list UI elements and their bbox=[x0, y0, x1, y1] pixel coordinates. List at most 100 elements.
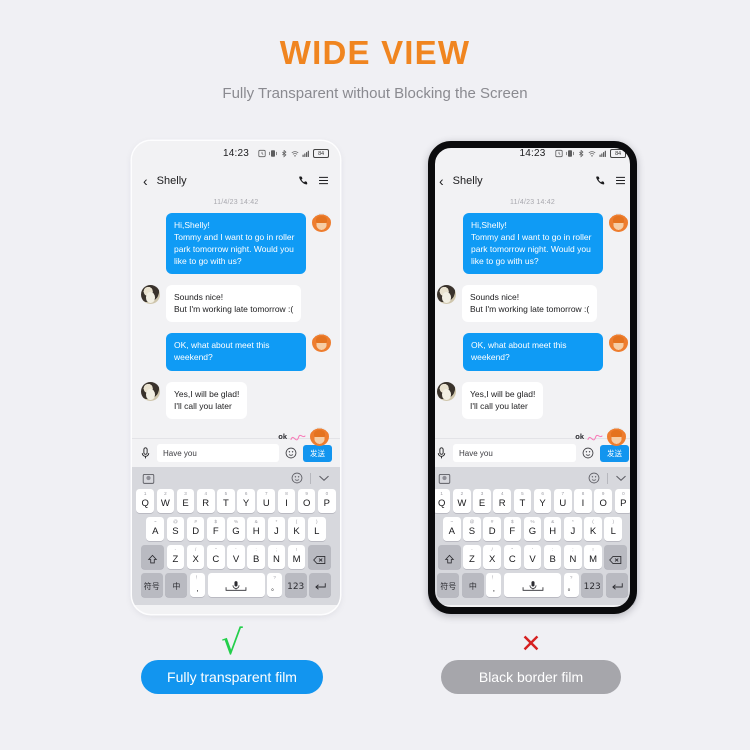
key-sup: ) bbox=[612, 519, 615, 524]
key-k[interactable]: (K bbox=[584, 517, 602, 541]
key-q[interactable]: 1Q bbox=[432, 489, 451, 513]
key-t[interactable]: 5T bbox=[217, 489, 235, 513]
comma-key[interactable]: ！ , bbox=[189, 573, 205, 597]
key-w[interactable]: 2W bbox=[156, 489, 175, 513]
key-z[interactable]: -Z bbox=[166, 545, 185, 569]
key-d[interactable]: # D bbox=[483, 517, 501, 541]
key-l[interactable]: ) L bbox=[604, 517, 623, 541]
emoji-icon[interactable] bbox=[588, 472, 600, 484]
key-k[interactable]: (K bbox=[287, 517, 306, 541]
key-c[interactable]: " C bbox=[503, 545, 522, 569]
key-f[interactable]: $ F bbox=[207, 517, 225, 541]
sticker-face-icon[interactable] bbox=[142, 472, 155, 485]
period-key-label: 。 bbox=[567, 585, 575, 592]
key-f[interactable]: $ F bbox=[503, 517, 522, 541]
message-input[interactable]: Have you bbox=[157, 444, 279, 462]
key-b[interactable]: :B bbox=[247, 545, 265, 569]
key-i[interactable]: 8I bbox=[574, 489, 592, 513]
enter-key[interactable] bbox=[605, 573, 628, 597]
symbol-key[interactable]: 符号 bbox=[140, 573, 163, 597]
key-h[interactable]: & H bbox=[543, 517, 562, 541]
key-g[interactable]: % G bbox=[523, 517, 542, 541]
key-t[interactable]: 5T bbox=[513, 489, 532, 513]
key-m[interactable]: ! M bbox=[287, 545, 306, 569]
emoji-icon[interactable] bbox=[285, 447, 297, 459]
key-a[interactable]: ~ A bbox=[146, 517, 165, 541]
key-o[interactable]: 9O bbox=[594, 489, 612, 513]
key-c[interactable]: " C bbox=[207, 545, 225, 569]
key-l[interactable]: ) L bbox=[307, 517, 326, 541]
key-p[interactable]: 0P bbox=[614, 489, 633, 513]
chevron-down-icon[interactable] bbox=[318, 474, 330, 482]
space-key[interactable] bbox=[207, 573, 265, 597]
emoji-icon[interactable] bbox=[582, 447, 594, 459]
key-j[interactable]: * J bbox=[564, 517, 582, 541]
key-u[interactable]: 7U bbox=[553, 489, 572, 513]
key-w[interactable]: 2W bbox=[453, 489, 471, 513]
microphone-icon[interactable] bbox=[140, 446, 151, 460]
key-r[interactable]: 4R bbox=[196, 489, 215, 513]
key-sup: 6 bbox=[541, 491, 544, 496]
back-icon[interactable]: ‹ bbox=[439, 174, 444, 188]
key-g[interactable]: % G bbox=[227, 517, 245, 541]
key-a[interactable]: ~ A bbox=[442, 517, 461, 541]
key-s[interactable]: @ S bbox=[463, 517, 481, 541]
period-key[interactable]: ? 。 bbox=[267, 573, 283, 597]
key-x[interactable]: / X bbox=[186, 545, 205, 569]
phone-icon[interactable] bbox=[298, 175, 309, 186]
enter-key[interactable] bbox=[309, 573, 332, 597]
key-y[interactable]: 6Y bbox=[237, 489, 255, 513]
key-label: R bbox=[202, 498, 210, 509]
comma-key[interactable]: ！ , bbox=[486, 573, 502, 597]
key-b[interactable]: :B bbox=[543, 545, 562, 569]
key-e[interactable]: 3E bbox=[473, 489, 491, 513]
backspace-key[interactable] bbox=[307, 545, 331, 569]
shift-key[interactable] bbox=[437, 545, 461, 569]
key-h[interactable]: & H bbox=[247, 517, 265, 541]
key-y[interactable]: 6Y bbox=[533, 489, 552, 513]
language-key[interactable]: 中 bbox=[461, 573, 484, 597]
numbers-key[interactable]: 123 bbox=[284, 573, 307, 597]
emoji-icon[interactable] bbox=[291, 472, 303, 484]
key-r[interactable]: 4R bbox=[493, 489, 512, 513]
send-button[interactable]: 发送 bbox=[600, 444, 629, 462]
backspace-key[interactable] bbox=[604, 545, 628, 569]
squiggle-icon bbox=[587, 434, 603, 441]
sticker-face-icon[interactable] bbox=[438, 472, 451, 485]
period-key[interactable]: ? 。 bbox=[563, 573, 579, 597]
chevron-down-icon[interactable] bbox=[615, 474, 627, 482]
key-v[interactable]: ' V bbox=[523, 545, 542, 569]
message-input[interactable]: Have you bbox=[453, 444, 576, 462]
key-m[interactable]: ! M bbox=[584, 545, 602, 569]
menu-icon[interactable] bbox=[318, 175, 329, 186]
key-j[interactable]: * J bbox=[267, 517, 286, 541]
send-button[interactable]: 发送 bbox=[303, 444, 332, 462]
phone-screen-right: 14:23 84 ‹ Shelly 11/4/23 14:42 Hi,Shell… bbox=[428, 141, 637, 614]
key-n[interactable]: ; N bbox=[267, 545, 286, 569]
key-q[interactable]: 1Q bbox=[136, 489, 154, 513]
key-o[interactable]: 9O bbox=[297, 489, 316, 513]
phone-icon[interactable] bbox=[595, 175, 606, 186]
key-s[interactable]: @ S bbox=[166, 517, 185, 541]
key-v[interactable]: ' V bbox=[227, 545, 245, 569]
menu-icon[interactable] bbox=[615, 175, 626, 186]
key-label: Z bbox=[469, 554, 475, 565]
key-n[interactable]: ; N bbox=[564, 545, 582, 569]
key-i[interactable]: 8I bbox=[277, 489, 296, 513]
numbers-key[interactable]: 123 bbox=[581, 573, 604, 597]
key-p[interactable]: 0P bbox=[318, 489, 336, 513]
microphone-icon[interactable] bbox=[436, 446, 447, 460]
key-label: I bbox=[285, 498, 288, 509]
key-e[interactable]: 3E bbox=[176, 489, 195, 513]
language-key[interactable]: 中 bbox=[165, 573, 188, 597]
shift-key[interactable] bbox=[141, 545, 165, 569]
symbol-key[interactable]: 符号 bbox=[437, 573, 460, 597]
key-label: W bbox=[457, 498, 467, 509]
back-icon[interactable]: ‹ bbox=[143, 174, 148, 188]
key-d[interactable]: # D bbox=[186, 517, 205, 541]
key-z[interactable]: -Z bbox=[463, 545, 481, 569]
key-u[interactable]: 7U bbox=[257, 489, 276, 513]
key-label: G bbox=[528, 526, 537, 537]
space-key[interactable] bbox=[504, 573, 561, 597]
key-x[interactable]: / X bbox=[483, 545, 501, 569]
